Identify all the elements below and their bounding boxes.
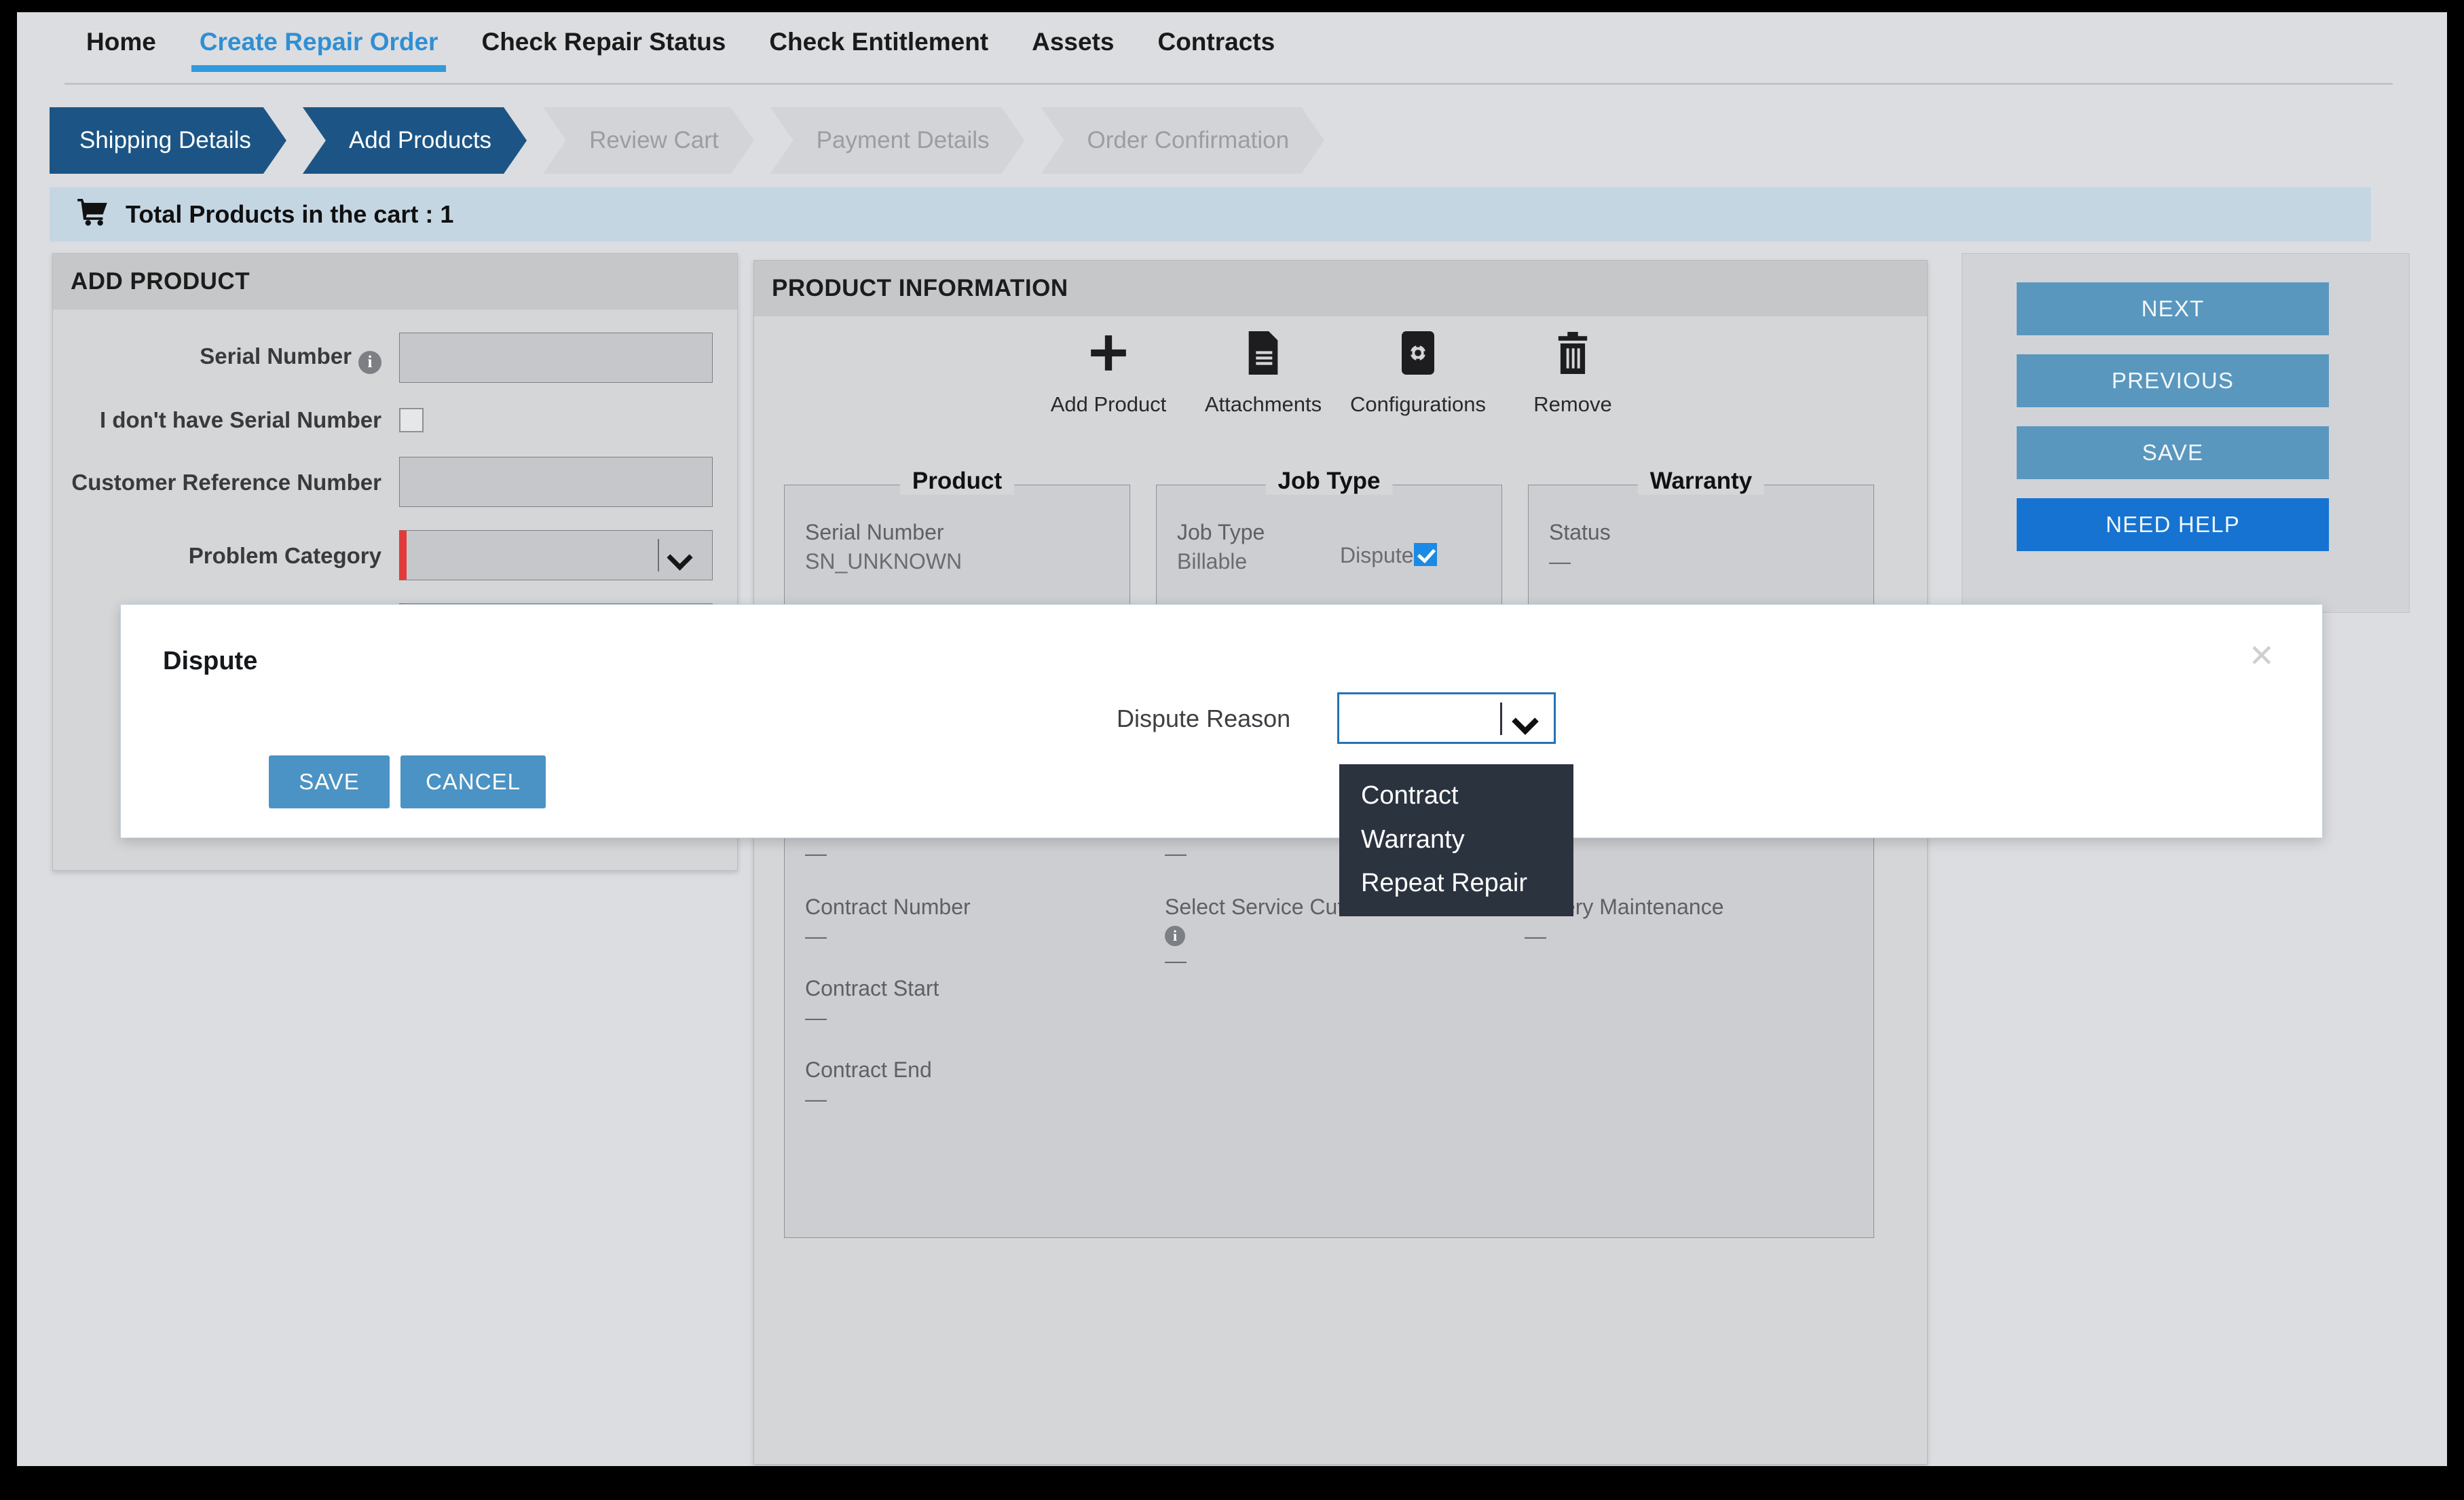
wizard-steps: Shipping Details Add Products Review Car… bbox=[50, 107, 1341, 174]
nav-divider bbox=[64, 83, 2393, 85]
nav-item-check-repair-status[interactable]: Check Repair Status bbox=[460, 12, 747, 57]
contract-end-value: — bbox=[805, 1087, 827, 1112]
problem-category-select[interactable] bbox=[399, 530, 713, 581]
dispute-modal-save-button[interactable]: SAVE bbox=[269, 755, 390, 808]
contract-group: Contract Status — Exchange Type — Collec… bbox=[784, 760, 1874, 1238]
toolbar-configurations-label: Configurations bbox=[1350, 392, 1486, 416]
app-viewport: Home Create Repair Order Check Repair St… bbox=[17, 12, 2447, 1466]
job-type-group-legend: Job Type bbox=[1265, 468, 1393, 495]
warranty-group-legend: Warranty bbox=[1637, 468, 1765, 495]
cart-label: Total Products in the cart : 1 bbox=[126, 200, 454, 228]
dispute-modal-cancel-button[interactable]: CANCEL bbox=[400, 755, 546, 808]
dispute-reason-label: Dispute Reason bbox=[1117, 705, 1291, 732]
wizard-step-review-cart[interactable]: Review Cart bbox=[543, 107, 754, 174]
problem-category-label: Problem Category bbox=[188, 542, 381, 568]
no-serial-number-row: I don't have Serial Number bbox=[53, 406, 737, 434]
toolbar-add-product[interactable]: Add Product bbox=[1031, 322, 1186, 417]
warranty-status-key: Status bbox=[1549, 520, 1611, 544]
toolbar-attachments-label: Attachments bbox=[1204, 392, 1322, 416]
contract-end-key: Contract End bbox=[805, 1057, 932, 1082]
problem-category-row: Problem Category bbox=[53, 530, 737, 581]
wizard-step-shipping-details[interactable]: Shipping Details bbox=[50, 107, 286, 174]
dispute-toggle-label: Dispute bbox=[1340, 543, 1414, 567]
wizard-step-payment-details[interactable]: Payment Details bbox=[770, 107, 1025, 174]
next-button[interactable]: NEXT bbox=[2017, 282, 2329, 335]
nav-item-assets[interactable]: Assets bbox=[1010, 12, 1136, 57]
close-icon[interactable]: ✕ bbox=[2248, 637, 2275, 674]
dispute-reason-options: Contract Warranty Repeat Repair bbox=[1339, 764, 1573, 916]
need-help-button[interactable]: NEED HELP bbox=[2017, 498, 2329, 551]
serial-number-readonly: Serial Number SN_UNKNOWN bbox=[805, 518, 962, 576]
serial-number-input[interactable] bbox=[399, 333, 713, 383]
dispute-option-repeat-repair[interactable]: Repeat Repair bbox=[1339, 861, 1573, 905]
customer-reference-label: Customer Reference Number bbox=[71, 469, 381, 495]
exchange-type-value: — bbox=[1165, 841, 1187, 866]
service-cutoff-info[interactable]: i bbox=[1165, 926, 1427, 947]
no-serial-number-checkbox[interactable] bbox=[399, 407, 424, 432]
contract-number-readonly: Contract Number — bbox=[805, 893, 971, 951]
contract-start-value: — bbox=[805, 1005, 827, 1030]
warranty-status-readonly: Status — bbox=[1549, 518, 1611, 576]
contract-end-readonly: Contract End — bbox=[805, 1055, 932, 1114]
wizard-step-order-confirmation[interactable]: Order Confirmation bbox=[1041, 107, 1325, 174]
product-toolbar: Add Product Attachments Configurations R… bbox=[754, 322, 1927, 417]
no-serial-number-label: I don't have Serial Number bbox=[100, 407, 381, 432]
toolbar-configurations[interactable]: Configurations bbox=[1341, 322, 1495, 417]
shopping-cart-icon bbox=[77, 198, 108, 231]
top-navigation: Home Create Repair Order Check Repair St… bbox=[17, 12, 2447, 86]
contract-number-value: — bbox=[805, 924, 827, 949]
toolbar-remove[interactable]: Remove bbox=[1495, 322, 1650, 417]
action-button-panel: NEXT PREVIOUS SAVE NEED HELP bbox=[1962, 253, 2410, 613]
dispute-reason-select[interactable] bbox=[1337, 692, 1556, 744]
contract-start-readonly: Contract Start — bbox=[805, 974, 939, 1032]
battery-maintenance-value: — bbox=[1525, 924, 1546, 949]
nav-item-contracts[interactable]: Contracts bbox=[1136, 12, 1296, 57]
dispute-option-warranty[interactable]: Warranty bbox=[1339, 818, 1573, 862]
nav-item-check-entitlement[interactable]: Check Entitlement bbox=[747, 12, 1010, 57]
nav-item-create-repair-order[interactable]: Create Repair Order bbox=[178, 12, 460, 73]
add-product-title: ADD PRODUCT bbox=[53, 254, 737, 310]
contract-number-key: Contract Number bbox=[805, 895, 971, 919]
customer-reference-input[interactable] bbox=[399, 457, 713, 508]
info-icon[interactable]: i bbox=[358, 350, 381, 374]
nav-item-home[interactable]: Home bbox=[64, 12, 178, 57]
device-config-icon bbox=[1400, 322, 1436, 384]
toolbar-attachments[interactable]: Attachments bbox=[1186, 322, 1341, 417]
toolbar-remove-label: Remove bbox=[1533, 392, 1612, 416]
nav-item-list: Home Create Repair Order Check Repair St… bbox=[64, 12, 1296, 73]
info-icon[interactable]: i bbox=[1165, 926, 1185, 947]
dispute-option-contract[interactable]: Contract bbox=[1339, 774, 1573, 818]
contract-status-value: — bbox=[805, 841, 827, 866]
dispute-toggle: Dispute bbox=[1340, 541, 1437, 570]
serial-number-label: Serial Number i bbox=[53, 342, 399, 374]
cart-summary-bar: Total Products in the cart : 1 bbox=[50, 187, 2371, 242]
toolbar-add-product-label: Add Product bbox=[1050, 392, 1167, 416]
job-type-key: Job Type bbox=[1177, 520, 1265, 544]
save-button[interactable]: SAVE bbox=[2017, 426, 2329, 479]
job-type-readonly: Job Type Billable bbox=[1177, 518, 1265, 576]
contract-start-key: Contract Start bbox=[805, 976, 939, 1000]
product-information-title: PRODUCT INFORMATION bbox=[754, 261, 1927, 316]
trash-icon bbox=[1556, 322, 1590, 384]
service-cutoff-value: — bbox=[1165, 948, 1187, 973]
customer-reference-row: Customer Reference Number bbox=[53, 457, 737, 508]
warranty-status-value: — bbox=[1549, 549, 1571, 574]
serial-number-key: Serial Number bbox=[805, 520, 944, 544]
dispute-checkbox[interactable] bbox=[1413, 543, 1437, 566]
product-group-legend: Product bbox=[899, 468, 1015, 495]
document-icon bbox=[1245, 322, 1282, 384]
job-type-value: Billable bbox=[1177, 549, 1248, 574]
previous-button[interactable]: PREVIOUS bbox=[2017, 354, 2329, 407]
plus-icon bbox=[1087, 322, 1130, 384]
wizard-step-add-products[interactable]: Add Products bbox=[303, 107, 527, 174]
dispute-modal-title: Dispute bbox=[163, 647, 258, 675]
serial-number-row: Serial Number i bbox=[53, 333, 737, 383]
serial-number-value: SN_UNKNOWN bbox=[805, 549, 963, 574]
